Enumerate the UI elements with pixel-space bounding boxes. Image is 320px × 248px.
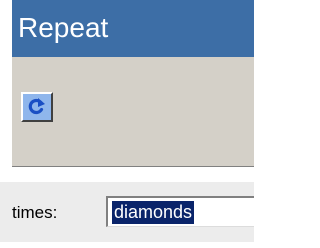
repeat-palette: Repeat [0,0,254,167]
times-input-value: diamonds [112,201,195,224]
times-label: times: [12,203,58,222]
repeat-arrow-icon [28,98,45,115]
palette-title: Repeat [18,12,109,43]
times-row: times: diamonds [0,182,254,242]
palette-divider [12,166,254,167]
repeat-button[interactable] [21,92,53,122]
palette-edge [0,0,12,166]
palette-title-bar: Repeat [12,0,254,57]
times-input[interactable]: diamonds [106,196,254,227]
